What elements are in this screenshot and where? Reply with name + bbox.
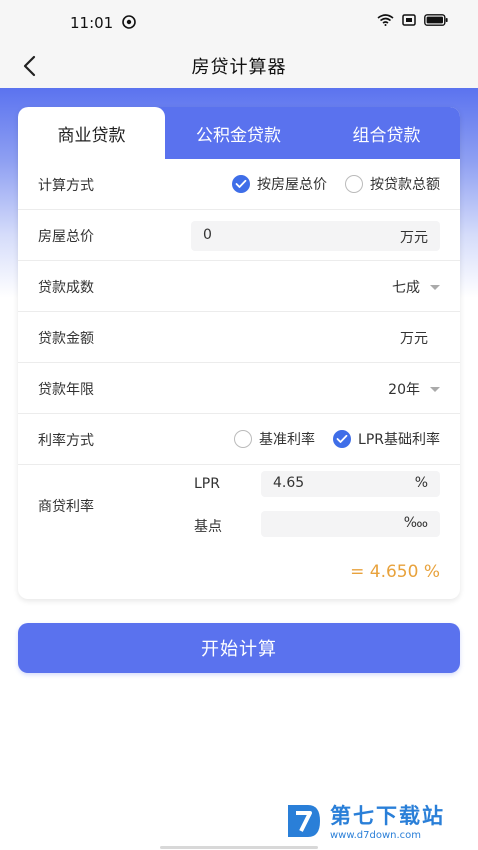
basis-point-unit: ‱ <box>403 515 428 531</box>
caret-down-icon <box>430 386 440 392</box>
loan-term-label: 贷款年限 <box>38 382 94 398</box>
loan-ratio-select[interactable]: 七成 <box>392 277 440 297</box>
battery-icon <box>424 14 448 26</box>
row-loan-ratio: 贷款成数 七成 <box>18 261 460 312</box>
watermark-name: 第七下载站 <box>330 804 445 828</box>
watermark-text: 第七下载站 www.d7down.com <box>330 800 445 841</box>
loan-term-value: 20年 <box>388 382 420 398</box>
radio-benchmark-rate-label: 基准利率 <box>259 432 316 448</box>
lpr-value: 4.65 <box>273 475 305 491</box>
empty-circle-icon <box>234 430 253 448</box>
empty-circle-icon <box>345 175 363 193</box>
row-loan-term: 贷款年限 20年 <box>18 363 460 414</box>
loan-amount-label: 贷款金额 <box>38 331 94 347</box>
row-house-price: 房屋总价 0 万元 <box>18 210 460 261</box>
basis-point-label: 基点 <box>194 519 222 535</box>
status-time: 11:01 <box>70 14 114 32</box>
lpr-unit: % <box>414 475 428 491</box>
house-price-unit: 万元 <box>400 230 428 246</box>
radio-lpr-rate[interactable]: LPR基础利率 <box>333 429 440 449</box>
row-calc-method: 计算方式 按房屋总价 按贷款总额 <box>18 159 460 210</box>
loan-form-card: 商业贷款 公积金贷款 组合贷款 计算方式 按房屋总价 按贷款总额 房屋总价 0 … <box>18 107 460 599</box>
navbar: 房贷计算器 <box>0 44 478 88</box>
loan-amount-unit: 万元 <box>400 331 428 347</box>
loan-ratio-label: 贷款成数 <box>38 280 94 296</box>
house-price-input[interactable]: 0 万元 <box>191 221 440 251</box>
rate-result: = 4.650 % <box>350 562 440 582</box>
radio-by-house-price-label: 按房屋总价 <box>257 177 327 193</box>
home-indicator <box>160 846 318 849</box>
tab-provident-fund-loan[interactable]: 公积金贷款 <box>165 107 312 159</box>
row-loan-amount: 贷款金额 万元 <box>18 312 460 363</box>
commercial-rate-label: 商贷利率 <box>38 499 94 515</box>
lpr-input[interactable]: 4.65 % <box>261 471 440 497</box>
lpr-label: LPR <box>194 476 220 492</box>
wifi-icon <box>377 14 394 26</box>
radio-by-loan-amount[interactable]: 按贷款总额 <box>345 174 440 194</box>
check-circle-icon <box>232 175 250 193</box>
house-price-label: 房屋总价 <box>38 229 94 245</box>
check-circle-icon <box>333 430 352 448</box>
sim-icon <box>402 14 416 26</box>
radio-lpr-rate-label: LPR基础利率 <box>358 432 440 448</box>
house-price-value: 0 <box>203 227 212 243</box>
nfc-icon <box>122 15 136 29</box>
watermark: 第七下载站 www.d7down.com <box>284 800 445 841</box>
page-title: 房贷计算器 <box>191 57 287 78</box>
loan-term-select[interactable]: 20年 <box>388 379 440 399</box>
rate-method-radio-group: 基准利率 LPR基础利率 <box>234 429 440 449</box>
start-calculation-button[interactable]: 开始计算 <box>18 623 460 673</box>
calc-method-radio-group: 按房屋总价 按贷款总额 <box>232 174 440 194</box>
radio-benchmark-rate[interactable]: 基准利率 <box>234 429 315 449</box>
basis-point-input[interactable]: ‱ <box>261 511 440 537</box>
watermark-url: www.d7down.com <box>330 830 422 841</box>
rate-method-label: 利率方式 <box>38 433 94 449</box>
loan-ratio-value: 七成 <box>392 280 420 296</box>
radio-by-loan-amount-label: 按贷款总额 <box>370 177 440 193</box>
status-bar: 11:01 <box>0 0 478 44</box>
calc-method-label: 计算方式 <box>38 178 94 194</box>
loan-type-tabs: 商业贷款 公积金贷款 组合贷款 <box>18 107 460 159</box>
d7down-logo-icon <box>288 804 320 837</box>
row-rate-method: 利率方式 基准利率 LPR基础利率 <box>18 414 460 465</box>
radio-by-house-price[interactable]: 按房屋总价 <box>232 174 327 194</box>
caret-down-icon <box>430 284 440 290</box>
tab-combined-loan[interactable]: 组合贷款 <box>313 107 460 159</box>
tab-commercial-loan[interactable]: 商业贷款 <box>18 107 165 159</box>
